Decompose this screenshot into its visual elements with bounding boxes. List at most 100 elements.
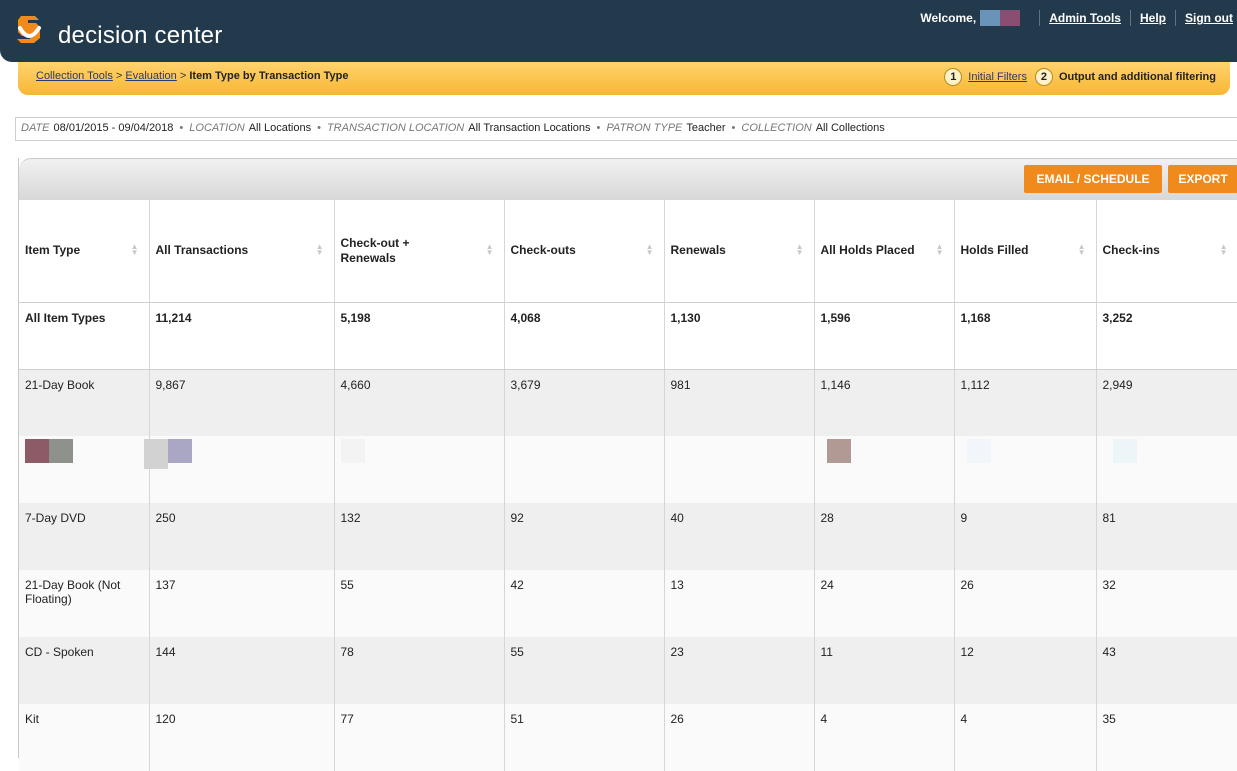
table-cell: 78 [334, 637, 505, 704]
table-cell: 13 [664, 570, 815, 637]
redacted-cell [814, 436, 955, 503]
column-header-check-out-renewals[interactable]: Check-out + Renewals ▲ ▼ [334, 200, 505, 303]
sort-arrows-icon[interactable]: ▲ ▼ [316, 243, 324, 257]
table-cell: 32 [1096, 570, 1237, 637]
column-label: Item Type [25, 243, 81, 258]
redacted-block [167, 439, 192, 463]
redacted-cell [1096, 436, 1237, 503]
table-cell: 51 [504, 704, 665, 771]
table-cell: 35 [1096, 704, 1237, 771]
table-cell: 26 [954, 570, 1097, 637]
table-cell: 120 [149, 704, 335, 771]
sort-arrows-icon[interactable]: ▲ ▼ [646, 243, 654, 257]
step-initial-filters-link[interactable]: Initial Filters [968, 71, 1027, 83]
column-header-all-holds-placed[interactable]: All Holds Placed ▲ ▼ [814, 200, 955, 303]
column-label: All Transactions [155, 243, 249, 258]
export-button[interactable]: EXPORT [1168, 165, 1237, 193]
welcome-text: Welcome, [920, 11, 977, 25]
filter-collection-value: All Collections [815, 122, 885, 134]
table-cell: 3,679 [504, 369, 665, 436]
table-cell: 144 [149, 637, 335, 704]
column-header-check-ins[interactable]: Check-ins ▲ ▼ [1096, 200, 1237, 303]
app-header: decision center Welcome, Admin Tools Hel… [0, 0, 1237, 62]
table-cell: 40 [664, 503, 815, 570]
help-link[interactable]: Help [1140, 11, 1166, 25]
table-cell: 9,867 [149, 369, 335, 436]
column-header-renewals[interactable]: Renewals ▲ ▼ [664, 200, 815, 303]
breadcrumb-evaluation[interactable]: Evaluation [125, 70, 176, 82]
column-label: Check-outs [510, 243, 576, 258]
redacted-block [340, 439, 365, 463]
filter-collection-key: COLLECTION [741, 122, 812, 134]
table-cell: 55 [504, 637, 665, 704]
filter-date-key: DATE [21, 122, 50, 134]
redacted-block [826, 439, 851, 463]
sign-out-link[interactable]: Sign out [1185, 11, 1233, 25]
table-cell: 4 [954, 704, 1097, 771]
table-cell: 11,214 [149, 302, 335, 370]
table-cell: 1,130 [664, 302, 815, 370]
top-nav: Welcome, Admin Tools Help Sign out [920, 10, 1233, 26]
sort-arrows-icon[interactable]: ▲ ▼ [131, 243, 139, 257]
table-cell: 42 [504, 570, 665, 637]
table-cell: 4 [814, 704, 955, 771]
sort-arrows-icon[interactable]: ▲ ▼ [1078, 243, 1086, 257]
email-schedule-button[interactable]: EMAIL / SCHEDULE [1024, 165, 1162, 193]
table-cell: 12 [954, 637, 1097, 704]
table-cell: 7-Day DVD [19, 503, 150, 570]
column-header-all-transactions[interactable]: All Transactions ▲ ▼ [149, 200, 335, 303]
table-row: 21-Day Book (Not Floating) 137 55 42 13 … [19, 570, 1237, 637]
table-cell: 77 [334, 704, 505, 771]
step-output-current: Output and additional filtering [1058, 71, 1216, 83]
table-cell: 5,198 [334, 302, 505, 370]
redacted-cell [954, 436, 1097, 503]
table-header-row: Item Type ▲ ▼ All Transactions ▲ ▼ Check-out… [19, 200, 1237, 303]
redacted-block [966, 439, 991, 463]
table-cell: 43 [1096, 637, 1237, 704]
breadcrumb: Collection Tools > Evaluation > Item Typ… [36, 70, 348, 82]
table-cell: 3,252 [1096, 302, 1237, 370]
decision-center-logo-icon [17, 16, 41, 43]
table-row-redacted [19, 436, 1237, 503]
table-cell: 28 [814, 503, 955, 570]
table-cell: 250 [149, 503, 335, 570]
table-cell: 2,949 [1096, 369, 1237, 436]
breadcrumb-collection-tools[interactable]: Collection Tools [36, 70, 113, 82]
step-1-badge: 1 [944, 68, 963, 86]
column-header-check-outs[interactable]: Check-outs ▲ ▼ [504, 200, 665, 303]
filter-date-value: 08/01/2015 - 09/04/2018 [53, 122, 174, 134]
redacted-cell [143, 436, 335, 503]
redacted-block [49, 439, 73, 463]
app-brand: decision center [58, 22, 223, 49]
nav-divider [1039, 10, 1041, 26]
redacted-cell [334, 436, 505, 503]
breadcrumb-separator: > [115, 70, 123, 82]
sort-arrows-icon[interactable]: ▲ ▼ [486, 243, 494, 257]
table-cell: 1,112 [954, 369, 1097, 436]
breadcrumb-separator: > [179, 70, 187, 82]
column-header-holds-filled[interactable]: Holds Filled ▲ ▼ [954, 200, 1097, 303]
user-name-redacted [980, 10, 1021, 26]
table-cell: 81 [1096, 503, 1237, 570]
sort-arrows-icon[interactable]: ▲ ▼ [1220, 243, 1228, 257]
table-cell: 24 [814, 570, 955, 637]
redacted-cell [664, 436, 815, 503]
table-cell: 132 [334, 503, 505, 570]
column-label: Holds Filled [960, 243, 1029, 258]
sort-arrows-icon[interactable]: ▲ ▼ [796, 243, 804, 257]
table-cell: 1,596 [814, 302, 955, 370]
filter-transaction-location-value: All Transaction Locations [468, 122, 591, 134]
table-cell: 26 [664, 704, 815, 771]
step-2-badge: 2 [1034, 68, 1053, 86]
nav-divider [1175, 10, 1176, 26]
filter-separator: • [731, 122, 736, 134]
table-cell: CD - Spoken [19, 637, 150, 704]
admin-tools-link[interactable]: Admin Tools [1049, 11, 1121, 25]
table-cell: 981 [664, 369, 815, 436]
filter-separator: • [317, 122, 321, 134]
table-cell: 4,660 [334, 369, 505, 436]
sort-arrows-icon[interactable]: ▲ ▼ [936, 243, 944, 257]
filter-location-value: All Locations [248, 122, 312, 134]
column-header-item-type[interactable]: Item Type ▲ ▼ [19, 200, 150, 303]
table-cell: 21-Day Book (Not Floating) [19, 570, 150, 637]
